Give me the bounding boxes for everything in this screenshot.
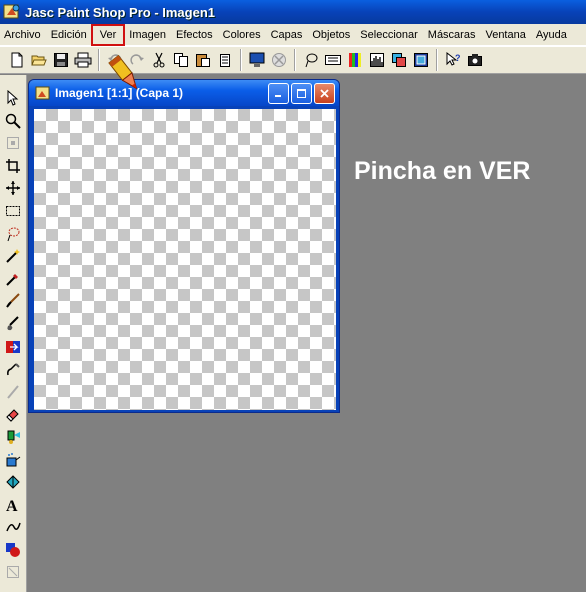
main-toolbar: ? [0, 46, 586, 74]
svg-text:?: ? [455, 53, 461, 63]
instruction-text: Pincha en VER [354, 157, 531, 185]
menu-seleccionar[interactable]: Seleccionar [355, 25, 422, 45]
draw-icon[interactable] [2, 516, 24, 538]
menu-objetos[interactable]: Objetos [307, 25, 355, 45]
menu-imagen[interactable]: Imagen [124, 25, 171, 45]
new-file-icon[interactable] [6, 49, 28, 71]
menu-ventana[interactable]: Ventana [480, 25, 530, 45]
menu-edicion[interactable]: Edición [46, 25, 92, 45]
document-icon [35, 86, 50, 100]
minimize-icon [275, 95, 281, 97]
monitor-icon[interactable] [246, 49, 268, 71]
arrow-icon[interactable] [2, 87, 24, 109]
toolbar-separator [436, 49, 438, 71]
pencil-pointer-icon [108, 54, 138, 90]
text-icon[interactable]: A [2, 494, 24, 516]
deform-icon[interactable] [2, 132, 24, 154]
help-pointer-icon[interactable]: ? [442, 49, 464, 71]
menu-mascaras[interactable]: Máscaras [423, 25, 481, 45]
magic-wand-icon[interactable] [2, 245, 24, 267]
freehand-select-icon[interactable] [2, 223, 24, 245]
paste-icon[interactable] [192, 49, 214, 71]
crop-icon[interactable] [2, 155, 24, 177]
toolbar-separator [240, 49, 242, 71]
save-icon[interactable] [50, 49, 72, 71]
document-titlebar[interactable]: Imagen1 [1:1] (Capa 1) [29, 80, 339, 106]
paint-shop-pro-icon [3, 4, 20, 19]
svg-text:A: A [6, 498, 18, 513]
menu-bar: Archivo Edición Ver Imagen Efectos Color… [0, 23, 586, 46]
toolbar-separator [294, 49, 296, 71]
paint-shop-pro-window: Jasc Paint Shop Pro - Imagen1 Archivo Ed… [0, 0, 586, 592]
eraser-icon[interactable] [2, 403, 24, 425]
stop-icon[interactable] [268, 49, 290, 71]
brush-icon[interactable] [2, 290, 24, 312]
menu-ayuda[interactable]: Ayuda [531, 25, 572, 45]
toolbar-separator [98, 49, 100, 71]
selection-icon[interactable] [2, 200, 24, 222]
menu-capas[interactable]: Capas [266, 25, 308, 45]
menu-colores[interactable]: Colores [218, 25, 266, 45]
preset-shapes-icon[interactable] [2, 539, 24, 561]
overview-icon[interactable] [410, 49, 432, 71]
histogram-icon[interactable] [366, 49, 388, 71]
delete-icon[interactable] [214, 49, 236, 71]
tool-palette: A [0, 75, 27, 592]
object-selector-icon[interactable] [2, 561, 24, 583]
menu-efectos[interactable]: Efectos [171, 25, 218, 45]
dropper-icon[interactable] [2, 268, 24, 290]
flood-fill-icon[interactable] [2, 471, 24, 493]
image-canvas[interactable] [34, 109, 336, 410]
picture-tube-icon[interactable] [2, 426, 24, 448]
close-button[interactable] [314, 83, 335, 104]
app-titlebar: Jasc Paint Shop Pro - Imagen1 [0, 0, 586, 24]
camera-icon[interactable] [464, 49, 486, 71]
color-palette-icon[interactable] [344, 49, 366, 71]
toolbar-toggle-icon[interactable] [322, 49, 344, 71]
scratch-remover-icon[interactable] [2, 381, 24, 403]
copy-icon[interactable] [170, 49, 192, 71]
lasso-icon[interactable] [300, 49, 322, 71]
color-replace-icon[interactable] [2, 336, 24, 358]
document-window[interactable]: Imagen1 [1:1] (Capa 1) [28, 79, 340, 413]
airbrush-icon[interactable] [2, 449, 24, 471]
maximize-button[interactable] [291, 83, 312, 104]
print-icon[interactable] [72, 49, 94, 71]
minimize-button[interactable] [268, 83, 289, 104]
maximize-icon [297, 89, 306, 98]
menu-ver[interactable]: Ver [90, 23, 126, 46]
app-title: Jasc Paint Shop Pro - Imagen1 [25, 4, 215, 20]
clone-icon[interactable] [2, 313, 24, 335]
zoom-icon[interactable] [2, 110, 24, 132]
retouch-icon[interactable] [2, 358, 24, 380]
close-icon [320, 89, 329, 98]
cut-icon[interactable] [148, 49, 170, 71]
menu-archivo[interactable]: Archivo [0, 25, 46, 45]
layers-icon[interactable] [388, 49, 410, 71]
open-folder-icon[interactable] [28, 49, 50, 71]
move-icon[interactable] [2, 177, 24, 199]
